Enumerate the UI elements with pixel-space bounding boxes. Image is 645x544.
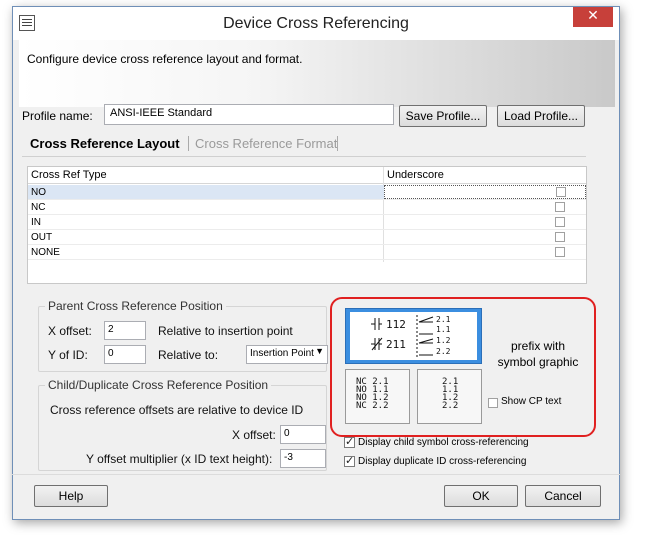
row-type: NC <box>31 202 46 213</box>
y-offset-multiplier-label: Y offset multiplier (x ID text height): <box>86 452 273 466</box>
show-cp-text-checkbox[interactable] <box>488 398 498 408</box>
child-position-title: Child/Duplicate Cross Reference Position <box>45 378 272 392</box>
text-prefix-line: NC 2.2 <box>356 401 389 411</box>
parent-x-offset-label: X offset: <box>48 324 92 338</box>
parent-y-label: Y of ID: <box>48 348 88 362</box>
row-type: OUT <box>31 232 53 243</box>
title-bar[interactable]: Device Cross Referencing ✕ <box>13 7 619 40</box>
underscore-cell[interactable] <box>384 245 586 259</box>
table-row[interactable]: NONE <box>28 245 586 260</box>
graphic-ref-r4: 2.2 <box>436 347 451 356</box>
table-row[interactable]: OUT <box>28 230 586 245</box>
underscore-checkbox[interactable] <box>555 217 565 227</box>
child-offset-note: Cross reference offsets are relative to … <box>50 403 304 417</box>
underscore-checkbox[interactable] <box>555 232 565 242</box>
table-row[interactable]: NO <box>28 185 586 200</box>
contact-symbol-graphic: 112 211 2.1 1.1 1.2 2.2 <box>371 315 451 359</box>
parent-position-title: Parent Cross Reference Position <box>45 299 226 313</box>
child-x-offset-input[interactable]: 0 <box>280 425 326 444</box>
y-offset-multiplier-input[interactable]: -3 <box>280 449 326 468</box>
child-symbol-label: Display child symbol cross-referencing <box>358 437 529 448</box>
parent-x-offset-input[interactable]: 2 <box>104 321 146 340</box>
table-row[interactable]: IN <box>28 215 586 230</box>
duplicate-id-checkbox[interactable] <box>344 454 355 467</box>
plain-line: 2.2 <box>442 401 459 411</box>
cancel-button[interactable]: Cancel <box>525 485 601 507</box>
parent-x-relative-text: Relative to insertion point <box>158 324 293 338</box>
prefix-label-line1: prefix with <box>510 339 566 353</box>
close-button[interactable]: ✕ <box>573 7 613 27</box>
graphic-ref-r1: 2.1 <box>436 315 451 324</box>
grid-header: Cross Ref Type Underscore <box>28 167 586 184</box>
tab-separator <box>188 136 189 151</box>
child-x-offset-label: X offset: <box>232 428 276 442</box>
column-header-cross-ref-type[interactable]: Cross Ref Type <box>31 169 107 181</box>
tab-separator <box>337 136 338 151</box>
profile-name-label: Profile name: <box>22 109 93 123</box>
graphic-ref-1: 112 <box>386 318 406 331</box>
graphic-ref-r3: 1.2 <box>436 336 451 345</box>
parent-y-input[interactable]: 0 <box>104 345 146 364</box>
style-prefix-graphic-option[interactable]: 112 211 2.1 1.1 1.2 2.2 <box>345 308 482 364</box>
underscore-checkbox[interactable] <box>555 247 565 257</box>
help-button[interactable]: Help <box>34 485 108 507</box>
table-row[interactable]: NC <box>28 200 586 215</box>
profile-name-input[interactable]: ANSI-IEEE Standard <box>104 104 394 125</box>
text-prefix-preview: NC 2.1 NO 1.1 NO 1.2 NC 2.2 <box>356 378 389 411</box>
footer-divider <box>12 474 620 475</box>
tab-cross-reference-format[interactable]: Cross Reference Format <box>195 136 337 151</box>
tab-cross-reference-layout[interactable]: Cross Reference Layout <box>30 136 180 151</box>
ok-button[interactable]: OK <box>444 485 518 507</box>
graphic-ref-r2: 1.1 <box>436 325 451 334</box>
underscore-cell[interactable] <box>384 230 586 244</box>
underscore-checkbox[interactable] <box>555 202 565 212</box>
underscore-cell[interactable] <box>384 215 586 229</box>
save-profile-button[interactable]: Save Profile... <box>399 105 487 127</box>
plain-preview: 2.1 1.1 1.2 2.2 <box>442 378 459 411</box>
row-type: NONE <box>31 247 60 258</box>
duplicate-id-label: Display duplicate ID cross-referencing <box>358 456 527 467</box>
row-type: IN <box>31 217 41 228</box>
row-type: NO <box>31 187 46 198</box>
header-description: Configure device cross reference layout … <box>27 52 303 66</box>
graphic-ref-2: 211 <box>386 338 406 351</box>
relative-to-select[interactable]: Insertion Point ▼ <box>246 345 328 364</box>
underscore-cell[interactable] <box>384 185 586 199</box>
relative-to-value: Insertion Point <box>250 348 314 359</box>
chevron-down-icon: ▼ <box>315 346 324 356</box>
style-text-prefix-option[interactable]: NC 2.1 NO 1.1 NO 1.2 NC 2.2 <box>345 369 410 424</box>
relative-to-label: Relative to: <box>158 348 219 362</box>
show-cp-text-label: Show CP text <box>501 396 562 407</box>
tab-divider <box>22 156 586 157</box>
symbol-graphic-preview: 112 211 2.1 1.1 1.2 2.2 <box>350 312 477 360</box>
style-plain-option[interactable]: 2.1 1.1 1.2 2.2 <box>417 369 482 424</box>
window-title: Device Cross Referencing <box>223 15 409 32</box>
child-symbol-checkbox[interactable] <box>344 435 355 448</box>
prefix-graphic-label: prefix with symbol graphic <box>488 338 588 370</box>
column-header-underscore[interactable]: Underscore <box>387 169 444 181</box>
header-band: Configure device cross reference layout … <box>19 40 615 107</box>
underscore-checkbox[interactable] <box>556 187 566 197</box>
underscore-cell[interactable] <box>384 200 586 214</box>
cross-ref-type-grid[interactable]: Cross Ref Type Underscore NO NC IN OUT N… <box>27 166 587 284</box>
prefix-label-line2: symbol graphic <box>497 355 579 369</box>
load-profile-button[interactable]: Load Profile... <box>497 105 585 127</box>
